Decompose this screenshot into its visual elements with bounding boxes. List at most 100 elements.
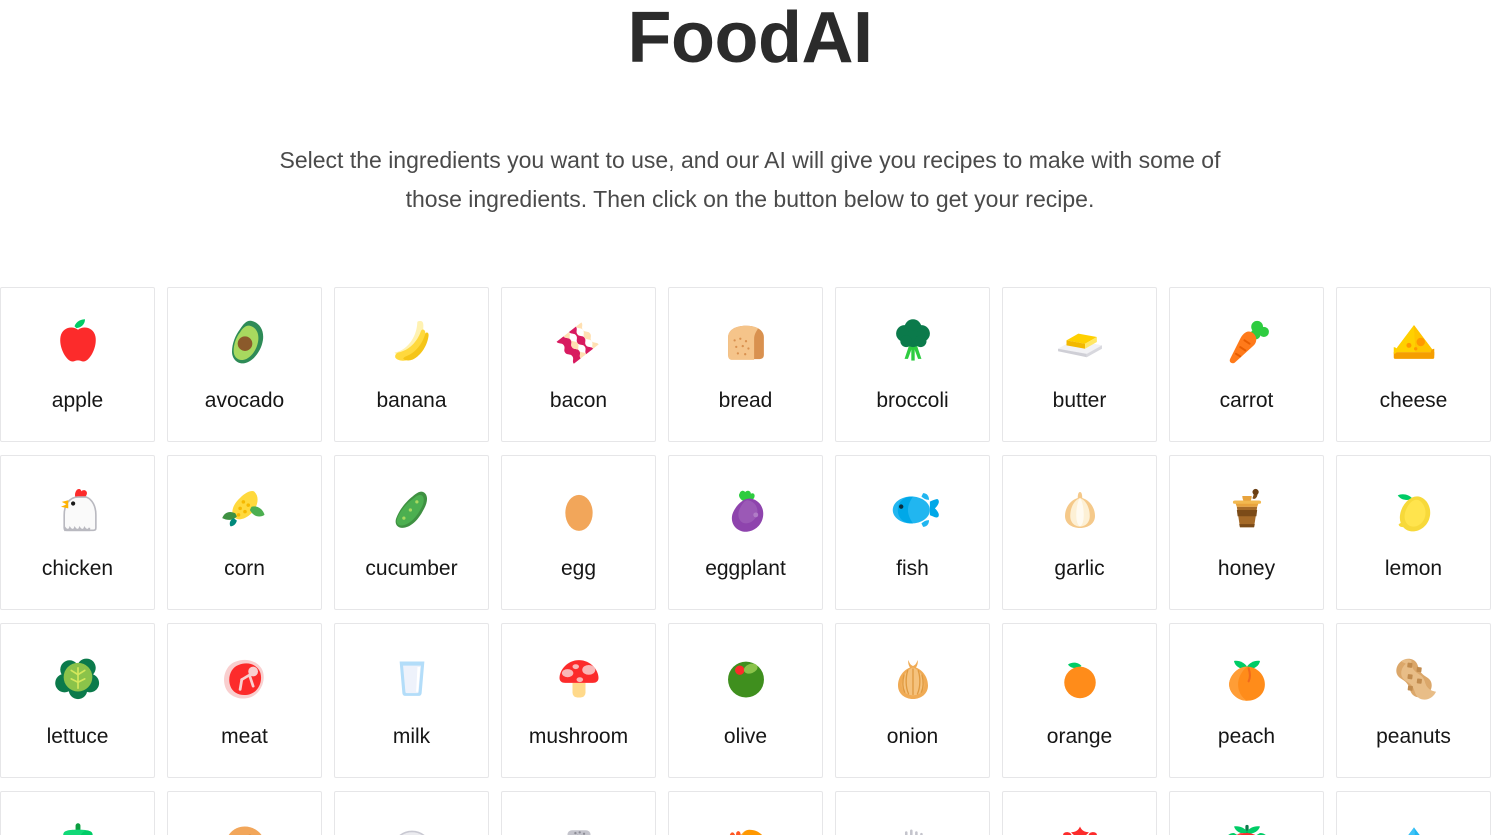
shrimp-icon (716, 816, 776, 835)
ingredient-grid: apple avocado banana bacon bread broccoli butt… (0, 287, 1500, 835)
ingredient-card-milk[interactable]: milk (334, 623, 489, 778)
page-subtitle: Select the ingredients you want to use, … (279, 147, 1221, 212)
pepper-icon (48, 816, 108, 835)
meat-icon (215, 648, 275, 708)
water-icon (1384, 816, 1444, 835)
ingredient-label: fish (896, 557, 929, 580)
page-title: FoodAI (627, 0, 873, 78)
ingredient-card-tomato[interactable]: tomato (1169, 791, 1324, 835)
mushroom-icon (549, 648, 609, 708)
cheese-icon (1384, 312, 1444, 372)
peanuts-icon (1384, 648, 1444, 708)
page-root: FoodAI Select the ingredients you want t… (0, 0, 1500, 835)
ingredient-card-rice[interactable]: rice (334, 791, 489, 835)
ingredient-card-fish[interactable]: fish (835, 455, 990, 610)
ingredient-card-bacon[interactable]: bacon (501, 287, 656, 442)
ingredient-card-pepper[interactable]: pepper (0, 791, 155, 835)
ingredient-label: peach (1217, 725, 1276, 748)
ingredient-card-lemon[interactable]: lemon (1336, 455, 1491, 610)
ingredient-card-bread[interactable]: bread (668, 287, 823, 442)
ingredient-label: banana (376, 389, 447, 412)
ingredient-card-mushroom[interactable]: mushroom (501, 623, 656, 778)
ingredient-card-orange[interactable]: orange (1002, 623, 1157, 778)
corn-icon (215, 480, 275, 540)
peach-icon (1217, 648, 1277, 708)
ingredient-card-butter[interactable]: butter (1002, 287, 1157, 442)
ingredient-card-onion[interactable]: onion (835, 623, 990, 778)
ingredient-card-carrot[interactable]: carrot (1169, 287, 1324, 442)
olive-icon (716, 648, 776, 708)
ingredient-card-potato[interactable]: potato (167, 791, 322, 835)
ingredient-card-egg[interactable]: egg (501, 455, 656, 610)
milk-icon (382, 648, 442, 708)
bacon-icon (549, 312, 609, 372)
ingredient-card-salt[interactable]: salt (501, 791, 656, 835)
ingredient-card-garlic[interactable]: garlic (1002, 455, 1157, 610)
strawberry-icon (1050, 816, 1110, 835)
lettuce-icon (48, 648, 108, 708)
ingredient-label: onion (886, 725, 939, 748)
tomato-icon (1217, 816, 1277, 835)
honey-icon (1217, 480, 1277, 540)
ingredient-label: orange (1046, 725, 1113, 748)
ingredient-label: broccoli (876, 389, 949, 412)
broccoli-icon (883, 312, 943, 372)
spaghetti-icon (883, 816, 943, 835)
ingredient-card-water[interactable]: water (1336, 791, 1491, 835)
ingredient-card-spaghetti[interactable]: spaghetti (835, 791, 990, 835)
ingredient-card-corn[interactable]: corn (167, 455, 322, 610)
ingredient-label: carrot (1219, 389, 1274, 412)
ingredient-card-meat[interactable]: meat (167, 623, 322, 778)
orange-icon (1050, 648, 1110, 708)
ingredient-label: mushroom (528, 725, 629, 748)
carrot-icon (1217, 312, 1277, 372)
ingredient-card-broccoli[interactable]: broccoli (835, 287, 990, 442)
eggplant-icon (716, 480, 776, 540)
ingredient-card-olive[interactable]: olive (668, 623, 823, 778)
ingredient-label: egg (560, 557, 597, 580)
cucumber-icon (382, 480, 442, 540)
ingredient-label: honey (1217, 557, 1276, 580)
onion-icon (883, 648, 943, 708)
ingredient-card-eggplant[interactable]: eggplant (668, 455, 823, 610)
ingredient-card-shrimp[interactable]: shrimp (668, 791, 823, 835)
ingredient-label: lettuce (46, 725, 109, 748)
ingredient-label: lemon (1384, 557, 1443, 580)
ingredient-label: butter (1052, 389, 1107, 412)
salt-icon (549, 816, 609, 835)
rice-icon (382, 816, 442, 835)
ingredient-label: eggplant (705, 557, 786, 580)
ingredient-label: cucumber (365, 557, 458, 580)
ingredient-card-cheese[interactable]: cheese (1336, 287, 1491, 442)
ingredient-label: bacon (549, 389, 608, 412)
banana-icon (382, 312, 442, 372)
apple-icon (48, 312, 108, 372)
bread-icon (716, 312, 776, 372)
ingredient-label: peanuts (1376, 725, 1451, 748)
ingredient-card-chicken[interactable]: chicken (0, 455, 155, 610)
ingredient-card-apple[interactable]: apple (0, 287, 155, 442)
ingredient-card-honey[interactable]: honey (1169, 455, 1324, 610)
ingredient-label: olive (723, 725, 768, 748)
ingredient-card-peach[interactable]: peach (1169, 623, 1324, 778)
garlic-icon (1050, 480, 1110, 540)
lemon-icon (1384, 480, 1444, 540)
ingredient-label: chicken (41, 557, 114, 580)
ingredient-card-avocado[interactable]: avocado (167, 287, 322, 442)
potato-icon (215, 816, 275, 835)
ingredient-label: cheese (1379, 389, 1448, 412)
ingredient-label: apple (51, 389, 104, 412)
ingredient-card-banana[interactable]: banana (334, 287, 489, 442)
egg-icon (549, 480, 609, 540)
ingredient-card-cucumber[interactable]: cucumber (334, 455, 489, 610)
ingredient-card-lettuce[interactable]: lettuce (0, 623, 155, 778)
ingredient-card-strawberry[interactable]: strawberry (1002, 791, 1157, 835)
ingredient-label: garlic (1054, 557, 1105, 580)
fish-icon (883, 480, 943, 540)
ingredient-label: meat (221, 725, 268, 748)
ingredient-card-peanuts[interactable]: peanuts (1336, 623, 1491, 778)
ingredient-label: bread (718, 389, 773, 412)
chicken-icon (48, 480, 108, 540)
ingredient-label: corn (224, 557, 265, 580)
ingredient-label: avocado (204, 389, 285, 412)
